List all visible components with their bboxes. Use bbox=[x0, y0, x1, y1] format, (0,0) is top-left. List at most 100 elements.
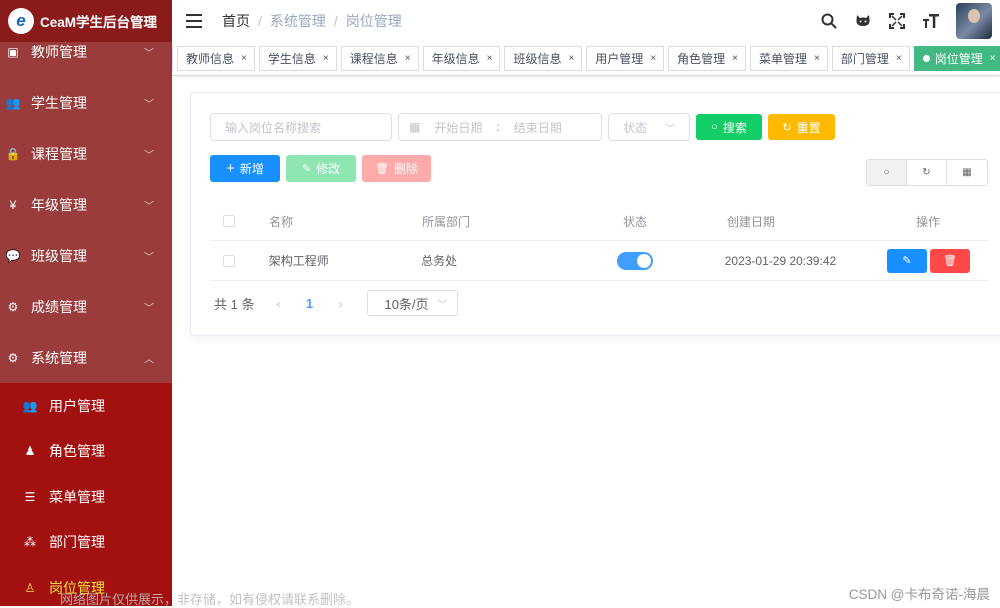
table-tools: ○ ↻ ▦ bbox=[866, 159, 988, 186]
breadcrumb-system[interactable]: 系统管理 bbox=[270, 11, 326, 31]
tag-label: 班级信息 bbox=[513, 52, 562, 66]
trash-icon: 🗑 bbox=[375, 163, 389, 175]
tag-label: 部门管理 bbox=[840, 52, 889, 66]
close-icon[interactable]: × bbox=[323, 53, 329, 64]
add-button[interactable]: + 新增 bbox=[210, 155, 280, 182]
calendar-icon: ▦ bbox=[409, 120, 421, 134]
tag-label: 菜单管理 bbox=[759, 52, 808, 66]
tag-label: 课程信息 bbox=[349, 52, 398, 66]
status-select[interactable]: 状态 ﹀ bbox=[608, 113, 690, 141]
tag-item-active[interactable]: 岗位管理 × bbox=[913, 46, 1000, 71]
close-icon[interactable]: × bbox=[241, 53, 247, 64]
main-area: 首页 / 系统管理 / 岗位管理 教师信息 × 学生信息 × 课程信息 × 年级… bbox=[172, 0, 1000, 606]
user-icon: 👥 bbox=[22, 398, 38, 413]
next-page-icon[interactable]: › bbox=[332, 296, 348, 311]
edit-button[interactable]: ✎ 修改 bbox=[286, 155, 356, 182]
start-date-input[interactable]: 开始日期 bbox=[434, 119, 482, 136]
sidebar-item-label: 菜单管理 bbox=[49, 488, 105, 505]
tag-item[interactable]: 课程信息 × bbox=[340, 46, 419, 71]
cell-name: 架构工程师 bbox=[268, 254, 329, 268]
post-name-search-input[interactable]: 输入岗位名称搜索 bbox=[210, 113, 392, 141]
sidebar: ▣ 教师管理 ﹀ 👥 学生管理 ﹀ 🔒 课程管理 ﹀ ¥ 年级管理 ﹀ 💬 班级… bbox=[0, 0, 172, 606]
row-delete-button[interactable]: 🗑 bbox=[930, 248, 971, 273]
tag-item[interactable]: 部门管理 × bbox=[831, 46, 910, 71]
refresh-button[interactable]: ↻ bbox=[907, 160, 947, 185]
tag-label: 用户管理 bbox=[595, 52, 644, 66]
close-icon[interactable]: × bbox=[732, 53, 738, 64]
tag-item[interactable]: 班级信息 × bbox=[504, 46, 583, 71]
breadcrumb-home[interactable]: 首页 bbox=[222, 11, 250, 31]
cell-status bbox=[617, 251, 725, 270]
sidebar-item-users[interactable]: 👥 用户管理 bbox=[0, 383, 172, 429]
sidebar-item-roles[interactable]: ♟ 角色管理 bbox=[0, 429, 172, 475]
sidebar-item-classes[interactable]: 💬 班级管理 ﹀ bbox=[0, 230, 172, 281]
tag-item[interactable]: 用户管理 × bbox=[586, 46, 665, 71]
tag-item[interactable]: 教师信息 × bbox=[177, 46, 255, 71]
close-icon[interactable]: × bbox=[896, 53, 902, 64]
edit-icon: ✎ bbox=[301, 163, 312, 175]
tag-item[interactable]: 角色管理 × bbox=[668, 46, 747, 71]
row-edit-button[interactable]: ✎ bbox=[887, 248, 928, 273]
date-range-picker[interactable]: ▦ 开始日期 : 结束日期 bbox=[398, 113, 602, 141]
avatar[interactable] bbox=[956, 3, 992, 39]
hamburger-icon[interactable] bbox=[186, 14, 202, 28]
chevron-down-icon: ﹀ bbox=[437, 299, 448, 311]
sidebar-item-menus[interactable]: ☰ 菜单管理 bbox=[0, 474, 172, 520]
search-icon[interactable] bbox=[820, 12, 838, 30]
sidebar-item-students[interactable]: 👥 学生管理 ﹀ bbox=[0, 77, 172, 128]
search-button[interactable]: ○ 搜索 bbox=[696, 114, 762, 140]
edit-icon: ✎ bbox=[902, 255, 912, 267]
header-created: 创建日期 bbox=[727, 214, 776, 229]
role-icon: ♟ bbox=[24, 444, 36, 459]
prev-page-icon[interactable]: ‹ bbox=[270, 296, 286, 311]
sidebar-item-system[interactable]: ⚙ 系统管理 ︿ bbox=[0, 332, 172, 383]
sidebar-item-depts[interactable]: ⁂ 部门管理 bbox=[0, 520, 172, 566]
delete-button[interactable]: 🗑 删除 bbox=[362, 155, 431, 182]
tag-item[interactable]: 年级信息 × bbox=[422, 46, 501, 71]
sidebar-item-label: 班级管理 bbox=[31, 247, 87, 264]
sidebar-item-label: 部门管理 bbox=[49, 534, 105, 551]
lock-icon: 🔒 bbox=[5, 146, 21, 161]
fullscreen-icon[interactable] bbox=[888, 12, 906, 30]
chevron-down-icon: ﹀ bbox=[144, 303, 154, 314]
menu-list-icon: ☰ bbox=[24, 489, 36, 504]
table-row[interactable]: 架构工程师 总务处 2023-01-29 20:39:42 ✎ 🗑 bbox=[210, 241, 988, 281]
tag-item[interactable]: 菜单管理 × bbox=[750, 46, 828, 71]
sidebar-item-label: 课程管理 bbox=[31, 145, 87, 162]
app-title: CeaM学生后台管理 bbox=[40, 15, 158, 30]
tag-label: 角色管理 bbox=[677, 52, 726, 66]
tag-item[interactable]: 学生信息 × bbox=[258, 46, 337, 71]
sidebar-item-courses[interactable]: 🔒 课程管理 ﹀ bbox=[0, 128, 172, 179]
status-switch[interactable] bbox=[617, 251, 654, 270]
active-dot-icon bbox=[922, 55, 930, 62]
columns-button[interactable]: ▦ bbox=[947, 160, 987, 185]
close-icon[interactable]: × bbox=[568, 53, 574, 64]
app-logo[interactable]: e CeaM学生后台管理 bbox=[0, 0, 172, 42]
sidebar-item-label: 用户管理 bbox=[49, 397, 105, 414]
crud-toolbar: + 新增 ✎ 修改 🗑 删除 bbox=[210, 155, 437, 182]
close-icon[interactable]: × bbox=[487, 53, 493, 64]
reset-button[interactable]: ↻ 重置 bbox=[768, 114, 835, 140]
row-checkbox[interactable] bbox=[210, 254, 269, 267]
page-number[interactable]: 1 bbox=[297, 296, 321, 311]
close-icon[interactable]: × bbox=[405, 53, 411, 64]
sidebar-item-grades[interactable]: ¥ 年级管理 ﹀ bbox=[0, 179, 172, 230]
tag-label: 年级信息 bbox=[431, 52, 480, 66]
tree-icon: ⁂ bbox=[24, 535, 36, 550]
github-icon[interactable] bbox=[854, 12, 872, 30]
page-size-select[interactable]: 10条/页 ﹀ bbox=[367, 290, 459, 316]
navbar-tools bbox=[804, 0, 992, 42]
close-icon[interactable]: × bbox=[814, 53, 820, 64]
tag-label: 岗位管理 bbox=[934, 52, 983, 66]
sidebar-menu: ▣ 教师管理 ﹀ 👥 学生管理 ﹀ 🔒 课程管理 ﹀ ¥ 年级管理 ﹀ 💬 班级… bbox=[0, 26, 172, 606]
close-icon[interactable]: × bbox=[990, 53, 996, 64]
close-icon[interactable]: × bbox=[650, 53, 656, 64]
select-all-checkbox[interactable] bbox=[210, 215, 269, 227]
tag-partial[interactable] bbox=[172, 46, 173, 71]
end-date-input[interactable]: 结束日期 bbox=[514, 119, 562, 136]
toggle-search-button[interactable]: ○ bbox=[867, 160, 907, 185]
trash-icon: 🗑 bbox=[943, 255, 957, 267]
breadcrumb-current: 岗位管理 bbox=[345, 13, 402, 29]
font-size-icon[interactable] bbox=[922, 12, 940, 30]
sidebar-item-scores[interactable]: ⚙ 成绩管理 ﹀ bbox=[0, 281, 172, 332]
